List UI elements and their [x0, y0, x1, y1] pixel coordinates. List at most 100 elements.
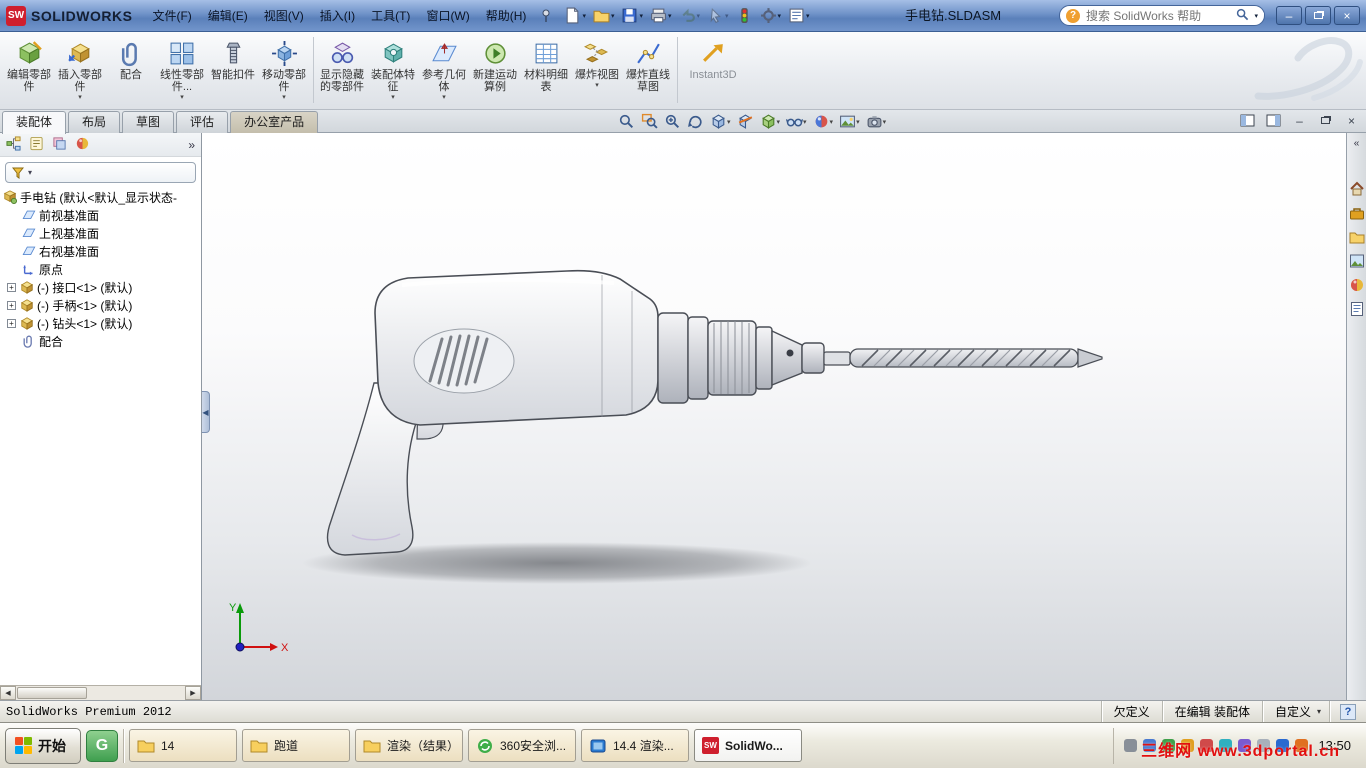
configurationmanager-tab-icon[interactable] — [52, 136, 67, 154]
tree-item-right-plane[interactable]: 右视基准面 — [0, 242, 201, 260]
taskbar-item-render-app[interactable]: 14.4 渲染... — [581, 729, 689, 762]
ribbon-button-bill-of-materials[interactable]: 材料明细表 — [521, 35, 571, 107]
tree-horizontal-scrollbar[interactable]: ◀ ▶ — [0, 685, 201, 700]
view-orientation-icon[interactable]: ▾ — [708, 112, 733, 131]
tree-item-component-drill-bit[interactable]: + (-) 钻头<1> (默认) — [0, 314, 201, 332]
tab-office-products[interactable]: 办公室产品 — [230, 111, 319, 133]
tree-item-mates[interactable]: 配合 — [0, 332, 201, 350]
toolbox-icon[interactable] — [1348, 204, 1365, 221]
taskbar-item-folder-track[interactable]: 跑道 — [242, 729, 350, 762]
taskbar-item-folder-render-results[interactable]: 渲染（结果） — [355, 729, 463, 762]
expand-icon[interactable]: + — [7, 318, 16, 328]
display-style-icon[interactable]: ▾ — [758, 112, 783, 131]
task-pane-expand-icon[interactable]: « — [1354, 138, 1360, 149]
menu-help[interactable]: 帮助(H) — [478, 4, 535, 28]
tab-layout[interactable]: 布局 — [68, 111, 121, 133]
tree-item-component-handle[interactable]: + (-) 手柄<1> (默认) — [0, 296, 201, 314]
zoom-in-out-icon[interactable] — [662, 112, 683, 131]
start-button[interactable]: 开始 — [5, 727, 81, 764]
open-icon[interactable]: ▾ — [591, 6, 617, 25]
tray-icon[interactable] — [1124, 739, 1138, 752]
featuremanager-tab-icon[interactable] — [6, 135, 21, 154]
select-icon[interactable]: ▾ — [705, 6, 731, 25]
rotate-view-icon[interactable] — [685, 112, 706, 131]
ribbon-button-assembly-features[interactable]: 装配体特征 ▾ — [368, 35, 418, 107]
menu-file[interactable]: 文件(F) — [144, 4, 199, 28]
status-custom-dropdown[interactable]: 自定义 — [1263, 703, 1323, 720]
drill-chuck[interactable] — [657, 312, 825, 404]
drill-body[interactable] — [374, 269, 659, 426]
close-button[interactable]: × — [1334, 6, 1360, 25]
taskbar-item-folder-14[interactable]: 14 — [129, 729, 237, 762]
taskbar-item-solidworks[interactable]: SW SolidWo... — [694, 729, 802, 762]
tab-sketch[interactable]: 草图 — [122, 111, 175, 133]
tree-item-front-plane[interactable]: 前视基准面 — [0, 206, 201, 224]
doc-restore-icon[interactable] — [1317, 113, 1334, 128]
rebuild-icon[interactable] — [734, 6, 755, 25]
undo-icon[interactable]: ▾ — [677, 6, 703, 25]
menu-view[interactable]: 视图(V) — [256, 4, 312, 28]
doc-close-icon[interactable]: × — [1343, 113, 1360, 128]
resources-icon[interactable] — [1348, 180, 1365, 197]
taskbar-item-360-browser[interactable]: 360安全浏... — [468, 729, 576, 762]
graphics-area[interactable]: Y X ◀ — [202, 133, 1346, 700]
appearances-icon[interactable] — [1348, 276, 1365, 293]
drill-bit[interactable] — [823, 348, 1103, 368]
status-custom-caret-icon[interactable]: ▾ — [1317, 707, 1329, 716]
zoom-fit-icon[interactable] — [616, 112, 637, 131]
hide-show-items-icon[interactable]: ▾ — [784, 112, 809, 131]
tree-item-origin[interactable]: 原点 — [0, 260, 201, 278]
tab-evaluate[interactable]: 评估 — [176, 111, 229, 133]
view-palette-icon[interactable] — [1348, 252, 1365, 269]
help-icon[interactable]: ? — [1253, 9, 1269, 23]
scrollbar-thumb[interactable] — [17, 687, 87, 699]
pane-right-icon[interactable] — [1265, 113, 1282, 128]
tree-item-component-interface[interactable]: + (-) 接口<1> (默认) — [0, 278, 201, 296]
ribbon-button-new-motion-study[interactable]: 新建运动算例 — [470, 35, 520, 107]
ribbon-button-show-hidden-components[interactable]: 显示隐藏的零部件 — [317, 35, 367, 107]
section-view-icon[interactable] — [735, 112, 756, 131]
file-explorer-icon[interactable] — [1348, 228, 1365, 245]
apply-scene-icon[interactable]: ▾ — [837, 112, 862, 131]
ribbon-button-explode-line-sketch[interactable]: 爆炸直线草图 — [623, 35, 673, 107]
status-help-icon[interactable]: ? — [1340, 703, 1356, 720]
ribbon-button-mate[interactable]: 配合 — [106, 35, 156, 107]
tree-item-top-plane[interactable]: 上视基准面 — [0, 224, 201, 242]
ribbon-button-linear-component-pattern[interactable]: 线性零部件... ▾ — [157, 35, 207, 107]
tab-assembly[interactable]: 装配体 — [2, 111, 67, 134]
file-properties-icon[interactable]: ▾ — [786, 6, 812, 25]
ribbon-button-insert-component[interactable]: 插入零部件 ▾ — [55, 35, 105, 107]
view-settings-icon[interactable]: ▾ — [864, 112, 889, 131]
expand-icon[interactable]: + — [7, 282, 16, 292]
tree-item-assembly-root[interactable]: 手电钻 (默认<默认_显示状态- — [0, 188, 201, 206]
menu-window[interactable]: 窗口(W) — [418, 4, 477, 28]
panel-overflow-icon[interactable]: » — [188, 138, 195, 152]
search-input[interactable] — [1084, 7, 1233, 24]
ribbon-button-smart-fasteners[interactable]: 智能扣件 — [208, 35, 258, 107]
new-document-icon[interactable]: ▾ — [562, 6, 588, 25]
propertymanager-tab-icon[interactable] — [29, 136, 44, 154]
scroll-left-icon[interactable]: ◀ — [0, 686, 16, 700]
maximize-button[interactable] — [1305, 6, 1331, 25]
doc-minimize-icon[interactable]: – — [1291, 113, 1308, 128]
custom-properties-icon[interactable] — [1348, 300, 1365, 317]
pin-menu-icon[interactable] — [540, 9, 552, 23]
tree-filter[interactable]: ▾ — [5, 162, 196, 183]
minimize-button[interactable]: – — [1276, 6, 1302, 25]
save-icon[interactable]: ▾ — [619, 6, 645, 25]
drill-model-3d-view[interactable]: Y X — [202, 133, 1346, 700]
pane-left-icon[interactable] — [1239, 113, 1256, 128]
displaymanager-tab-icon[interactable] — [75, 136, 90, 154]
ribbon-button-exploded-view[interactable]: 爆炸视图 ▾ — [572, 35, 622, 107]
ribbon-button-move-component[interactable]: 移动零部件 ▾ — [259, 35, 309, 107]
ribbon-button-edit-component[interactable]: 编辑零部件 — [4, 35, 54, 107]
menu-tools[interactable]: 工具(T) — [363, 4, 418, 28]
scroll-right-icon[interactable]: ▶ — [185, 686, 201, 700]
ribbon-button-instant3d[interactable]: Instant3D — [681, 35, 745, 107]
options-icon[interactable]: ▾ — [758, 6, 784, 25]
menu-edit[interactable]: 编辑(E) — [200, 4, 256, 28]
panel-collapse-handle[interactable]: ◀ — [202, 391, 210, 433]
zoom-area-icon[interactable] — [639, 112, 660, 131]
ribbon-button-reference-geometry[interactable]: 参考几何体 ▾ — [419, 35, 469, 107]
menu-insert[interactable]: 插入(I) — [312, 4, 363, 28]
